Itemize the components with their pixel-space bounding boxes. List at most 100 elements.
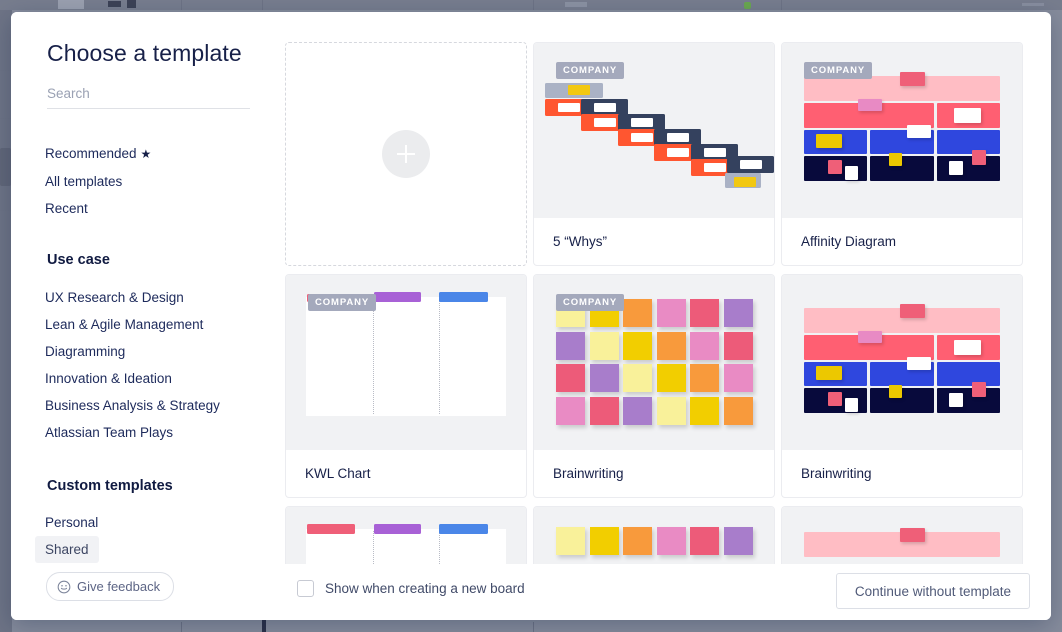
thumb-shape	[937, 388, 1000, 413]
template-picker-modal: Choose a template Recommended★ All templ…	[11, 12, 1051, 620]
blank-template-card[interactable]	[285, 42, 527, 266]
backdrop-divider	[181, 622, 182, 632]
backdrop-divider	[181, 0, 182, 10]
template-card-partial-affinity[interactable]	[781, 506, 1023, 564]
sticky-note	[690, 396, 719, 425]
page-title: Choose a template	[47, 40, 242, 66]
thumb-shape	[568, 85, 590, 95]
thumb-sticky	[889, 153, 902, 166]
thumb-shape	[306, 529, 506, 564]
template-card-title: Affinity Diagram	[801, 234, 897, 249]
thumb-shape	[558, 103, 580, 112]
sticky-note	[623, 396, 652, 425]
search-field-wrapper	[47, 85, 250, 109]
thumb-sticky	[816, 134, 842, 148]
sidebar-item-atlassian-team-plays[interactable]: Atlassian Team Plays	[35, 419, 183, 446]
thumb-sticky	[907, 125, 931, 138]
sticky-note	[656, 396, 686, 425]
sticky-note	[556, 364, 585, 392]
sidebar-item-personal[interactable]: Personal	[35, 509, 108, 536]
give-feedback-button[interactable]: Give feedback	[46, 572, 175, 601]
backdrop-divider	[262, 0, 263, 10]
sidebar-item-label: All templates	[45, 174, 123, 189]
thumb-sticky	[828, 392, 842, 406]
backdrop-status-dot	[744, 2, 751, 9]
thumb-sticky	[900, 304, 925, 318]
thumb-sticky	[972, 150, 986, 165]
thumb-shape	[439, 524, 488, 534]
sidebar-item-recent[interactable]: Recent	[35, 195, 98, 222]
sidebar-item-shared[interactable]: Shared	[35, 536, 99, 563]
backdrop-divider	[533, 622, 534, 632]
thumb-shape	[631, 133, 653, 142]
continue-without-template-button[interactable]: Continue without template	[835, 573, 1030, 609]
thumb-shape	[704, 148, 726, 157]
thumb-sticky	[858, 331, 882, 343]
thumb-divider	[439, 531, 440, 564]
template-card-title: KWL Chart	[305, 466, 371, 481]
thumb-shape	[667, 133, 689, 142]
template-card-five-whys[interactable]: COMPANY 5 “Whys”	[533, 42, 775, 266]
thumb-sticky	[949, 393, 963, 407]
thumb-shape	[937, 130, 1000, 154]
template-grid-region[interactable]: COMPANY 5 “Whys” COMPANY Affinity Diagra…	[273, 12, 1051, 564]
backdrop-divider	[533, 0, 534, 10]
sidebar-item-business-analysis-strategy[interactable]: Business Analysis & Strategy	[35, 392, 230, 419]
sticky-note	[690, 331, 719, 360]
template-card-partial-stickies[interactable]	[533, 506, 775, 564]
sticky-note	[723, 299, 753, 327]
thumb-sticky	[907, 357, 931, 370]
thumb-shape	[594, 103, 616, 112]
sticky-note	[556, 396, 585, 425]
template-card-partial-kwl[interactable]	[285, 506, 527, 564]
custom-templates-nav: Personal Shared	[11, 509, 273, 563]
template-card-brainwriting-affinity[interactable]: Brainwriting	[781, 274, 1023, 498]
plus-icon	[382, 130, 430, 178]
backdrop-tool-panel	[0, 148, 11, 186]
template-thumbnail: COMPANY	[534, 43, 774, 218]
sidebar-item-ux-research-design[interactable]: UX Research & Design	[35, 284, 194, 311]
sticky-note	[690, 364, 719, 392]
show-on-new-board-checkbox-row[interactable]: Show when creating a new board	[297, 580, 525, 597]
show-on-new-board-checkbox[interactable]	[297, 580, 314, 597]
sticky-note	[690, 527, 719, 555]
template-thumbnail	[534, 507, 774, 564]
thumb-shape	[439, 292, 488, 302]
template-thumbnail: COMPANY	[286, 275, 526, 450]
text-cursor	[262, 620, 266, 632]
template-thumbnail	[286, 507, 526, 564]
thumb-shape	[937, 362, 1000, 386]
sidebar-item-diagramming[interactable]: Diagramming	[35, 338, 135, 365]
sidebar-item-label: Recent	[45, 201, 88, 216]
thumb-sticky	[954, 340, 981, 355]
template-thumbnail: COMPANY	[782, 43, 1022, 218]
backdrop-topbar	[0, 0, 1062, 10]
sidebar-item-innovation-ideation[interactable]: Innovation & Ideation	[35, 365, 182, 392]
sticky-note	[723, 396, 753, 425]
sticky-note	[589, 364, 619, 392]
search-input[interactable]	[47, 86, 250, 109]
template-card-title: Brainwriting	[553, 466, 624, 481]
thumb-shape	[937, 156, 1000, 181]
star-icon: ★	[140, 147, 152, 161]
sidebar-item-all-templates[interactable]: All templates	[35, 168, 132, 195]
thumb-shape	[306, 297, 506, 416]
backdrop-chip	[565, 2, 587, 7]
thumb-shape	[740, 160, 762, 169]
sidebar-item-recommended[interactable]: Recommended ★	[35, 140, 161, 168]
thumb-shape	[594, 118, 616, 127]
sidebar-item-lean-agile-management[interactable]: Lean & Agile Management	[35, 311, 213, 338]
template-card-affinity-diagram[interactable]: COMPANY Affinity Diagram	[781, 42, 1023, 266]
sidebar-item-label: Recommended	[45, 146, 137, 161]
custom-templates-heading: Custom templates	[47, 478, 173, 494]
company-badge: COMPANY	[556, 62, 625, 79]
template-card-kwl-chart[interactable]: COMPANY KWL Chart	[285, 274, 527, 498]
thumb-sticky	[828, 160, 842, 174]
thumb-shape	[631, 118, 653, 127]
thumb-shape	[734, 177, 756, 187]
thumb-sticky	[972, 382, 986, 397]
sticky-note	[623, 527, 652, 555]
backdrop-chip	[1022, 3, 1044, 6]
template-card-brainwriting-stickies[interactable]: COMPANY Brainwriting	[533, 274, 775, 498]
template-card-title: Brainwriting	[801, 466, 872, 481]
